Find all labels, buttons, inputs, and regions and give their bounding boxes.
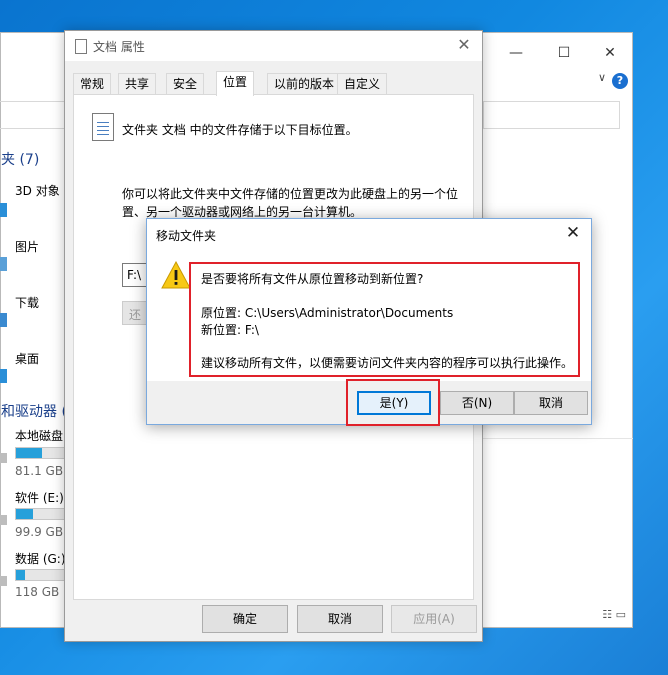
help-icon[interactable]: ? [612, 73, 628, 89]
tab-previous-versions[interactable]: 以前的版本 [267, 73, 342, 95]
drives-heading[interactable]: 和驱动器 ( [1, 401, 67, 421]
tab-general[interactable]: 常规 [73, 73, 112, 95]
drive-icon [0, 576, 7, 586]
divider [483, 438, 633, 439]
move-advice: 建议移动所有文件，以便需要访问文件夹内容的程序可以执行此操作。 [201, 356, 574, 370]
desktop-folder-icon [0, 369, 7, 383]
drive-g-label[interactable]: 数据 (G:) [15, 550, 66, 567]
properties-title: 文档 属性 [93, 40, 145, 54]
tab-customize[interactable]: 自定义 [337, 73, 388, 95]
yes-button-highlight [346, 379, 440, 426]
maximize-button[interactable]: ☐ [549, 39, 579, 67]
tab-sharing[interactable]: 共享 [118, 73, 157, 95]
new-location-text: 新位置: F:\ [201, 323, 259, 337]
drive-e-label[interactable]: 软件 (E:) [15, 489, 64, 506]
properties-close-button[interactable]: ✕ [454, 35, 474, 54]
drive-c-usage-fill [16, 448, 43, 458]
folders-heading[interactable]: 夹 (7) [1, 149, 39, 169]
location-description: 你可以将此文件夹中文件存储的位置更改为此硬盘上的另一个位置、另一个驱动器或网络上… [122, 187, 459, 219]
tab-security[interactable]: 安全 [166, 73, 205, 95]
tab-location[interactable]: 位置 [216, 71, 255, 96]
drive-icon [0, 453, 7, 463]
pictures-folder-icon [0, 257, 7, 271]
document-icon [92, 113, 114, 141]
old-location-text: 原位置: C:\Users\Administrator\Documents [201, 306, 454, 320]
drive-icon [0, 515, 7, 525]
document-icon [75, 39, 87, 54]
search-input[interactable] [483, 101, 620, 129]
folder-item-pictures[interactable]: 图片 [15, 238, 39, 255]
move-question: 是否要将所有文件从原位置移动到新位置? [201, 272, 424, 286]
chevron-down-icon[interactable]: ∨ [598, 71, 606, 84]
move-dialog-body: 是否要将所有文件从原位置移动到新位置? 原位置: C:\Users\Admini… [147, 249, 591, 381]
properties-cancel-button[interactable]: 取消 [297, 605, 383, 633]
downloads-folder-icon [0, 313, 7, 327]
move-titlebar: 移动文件夹 ✕ [147, 219, 591, 249]
explorer-close-button[interactable]: ✕ [595, 39, 625, 67]
drive-c-label[interactable]: 本地磁盘 [15, 427, 63, 444]
3d-objects-folder-icon [0, 203, 7, 217]
drive-g-free: 118 GB [15, 585, 60, 599]
apply-button[interactable]: 应用(A) [391, 605, 477, 633]
move-folder-dialog: 移动文件夹 ✕ 是否要将所有文件从原位置移动到新位置? 原位置: C:\User… [146, 218, 592, 426]
drive-c-free: 81.1 GB [15, 464, 64, 478]
move-cancel-button[interactable]: 取消 [514, 391, 588, 415]
folder-item-downloads[interactable]: 下载 [15, 294, 39, 311]
navigation-pane: 夹 (7) 3D 对象 图片 下载 桌面 和驱动器 ( 本地磁盘 81.1 GB… [0, 133, 67, 613]
location-info-text: 文件夹 文档 中的文件存储于以下目标位置。 [122, 123, 358, 137]
view-mode-icons[interactable]: ☷ ▭ [602, 608, 626, 621]
ok-button[interactable]: 确定 [202, 605, 288, 633]
drive-e-free: 99.9 GB [15, 525, 64, 539]
minimize-button[interactable]: — [501, 39, 531, 67]
drive-g-usage-fill [16, 570, 25, 580]
drive-c-usage-bar [15, 447, 65, 459]
folder-item-desktop[interactable]: 桌面 [15, 350, 39, 367]
drive-e-usage-fill [16, 509, 33, 519]
message-highlight-box: 是否要将所有文件从原位置移动到新位置? 原位置: C:\Users\Admini… [189, 262, 580, 377]
folder-item-3d[interactable]: 3D 对象 [15, 182, 60, 199]
address-bar[interactable] [0, 101, 65, 129]
drive-g-usage-bar [15, 569, 65, 581]
warning-icon [161, 261, 191, 289]
move-title: 移动文件夹 [156, 229, 217, 243]
properties-titlebar: 文档 属性 ✕ [65, 31, 482, 61]
move-close-button[interactable]: ✕ [563, 223, 583, 243]
drive-e-usage-bar [15, 508, 65, 520]
no-button[interactable]: 否(N) [440, 391, 514, 415]
